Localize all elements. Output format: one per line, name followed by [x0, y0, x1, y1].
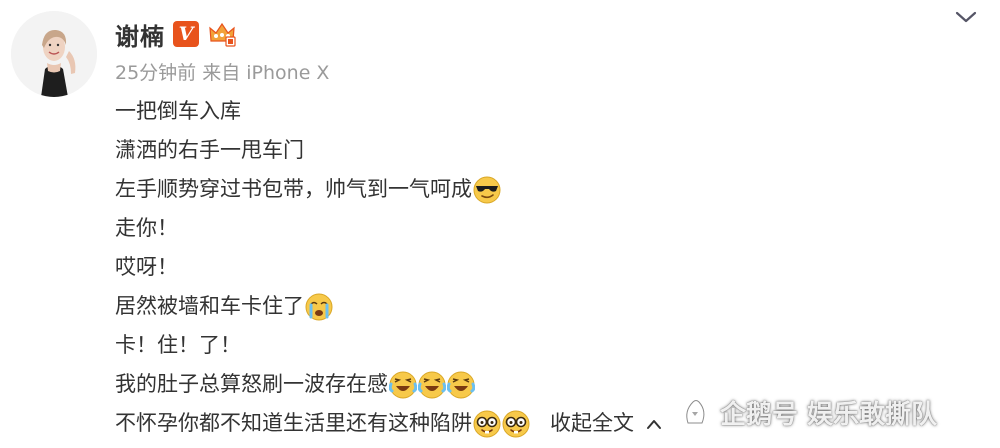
username[interactable]: 谢楠 [115, 17, 165, 52]
laughing-tears-emoji-icon [447, 371, 475, 398]
post-line-text: 潇洒的右手一甩车门 [115, 138, 304, 162]
weibo-post: 谢楠 V 25分钟前 来自 iPhone X 一把倒车入库 潇洒的右手一甩车门 … [0, 0, 1000, 448]
post-line-text: 左手顺势穿过书包带，帅气到一气呵成 [115, 177, 472, 201]
laughing-tears-emoji-icon [389, 371, 417, 398]
post-line-text: 居然被墙和车卡住了 [115, 294, 304, 318]
post-line: 居然被墙和车卡住了 [115, 287, 995, 326]
collapse-full-text-button[interactable]: 收起全文 [550, 404, 662, 443]
chevron-up-icon [647, 419, 661, 429]
cool-face-emoji-icon [473, 176, 501, 203]
post-body: 一把倒车入库 潇洒的右手一甩车门 左手顺势穿过书包带，帅气到一气呵成 走你！ 哎… [115, 92, 995, 443]
avatar-photo [11, 11, 97, 97]
watermark: 企鹅号 娱乐敢撕队 [680, 392, 937, 432]
verified-badge-icon: V [173, 21, 199, 47]
crying-face-emoji-icon [305, 293, 333, 320]
post-line-text: 我的肚子总算怒刷一波存在感 [115, 372, 388, 396]
nerd-face-emoji-icon [502, 410, 530, 437]
post-line-text: 哎呀！ [115, 255, 178, 279]
post-line: 左手顺势穿过书包带，帅气到一气呵成 [115, 170, 995, 209]
post-line: 潇洒的右手一甩车门 [115, 131, 995, 170]
post-line-text: 走你！ [115, 216, 178, 240]
post-line: 走你！ [115, 209, 995, 248]
post-header: 谢楠 V [115, 16, 237, 52]
post-line: 一把倒车入库 [115, 92, 995, 131]
post-line-text: 不怀孕你都不知道生活里还有这种陷阱 [115, 411, 472, 435]
penguin-logo-icon [686, 400, 705, 424]
chevron-down-icon[interactable] [954, 8, 978, 26]
post-line: 哎呀！ [115, 248, 995, 287]
avatar[interactable] [11, 11, 97, 97]
post-line-text: 一把倒车入库 [115, 99, 241, 123]
post-meta: 25分钟前 来自 iPhone X [115, 62, 330, 84]
post-line-text: 卡！住！了！ [115, 333, 241, 357]
post-line: 卡！住！了！ [115, 326, 995, 365]
collapse-label: 收起全文 [550, 411, 634, 435]
vip-crown-icon [209, 22, 236, 47]
nerd-face-emoji-icon [473, 410, 501, 437]
watermark-text: 企鹅号 娱乐敢撕队 [720, 399, 938, 430]
laughing-tears-emoji-icon [418, 371, 446, 398]
